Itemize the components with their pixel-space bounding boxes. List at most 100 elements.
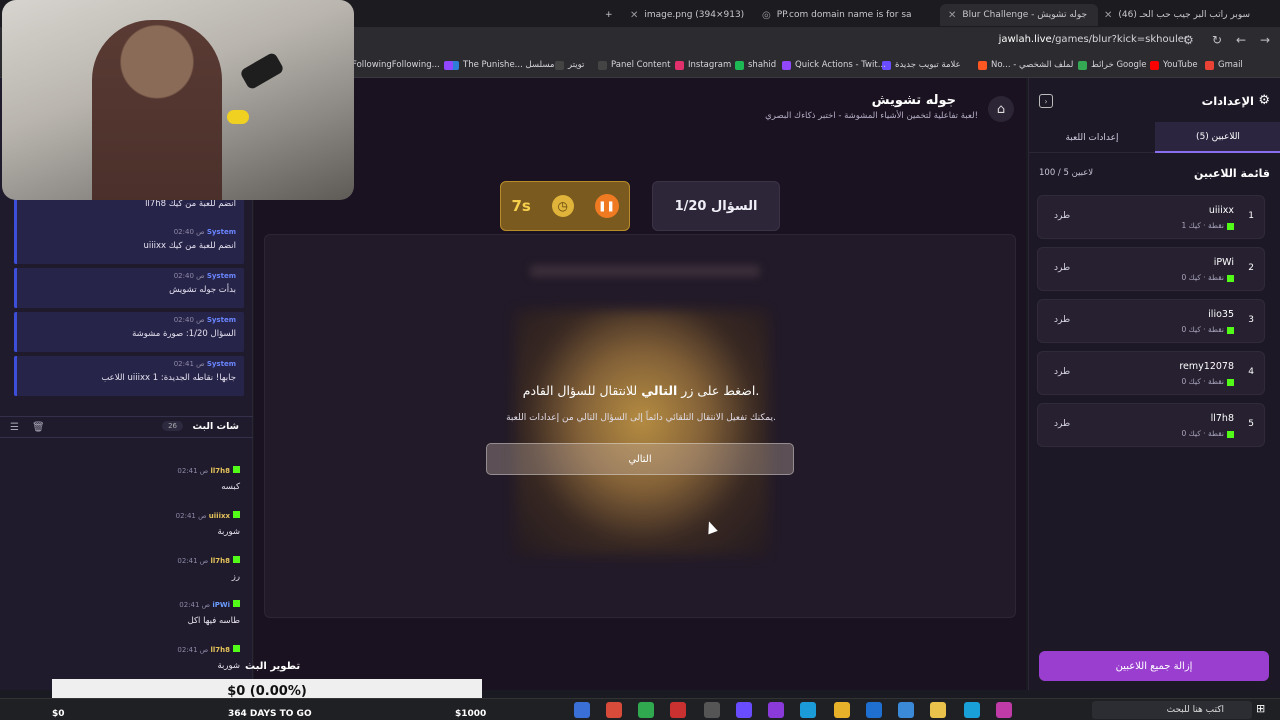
bookmark[interactable]: علامة تبويب جديدة <box>882 60 961 70</box>
back-icon[interactable]: ← <box>1236 33 1246 47</box>
browser-tab[interactable]: ✕ (46) سوبر راتب البر جيب حب الحـ <box>1104 4 1254 26</box>
timer-value: 7s <box>511 197 531 215</box>
store-icon[interactable] <box>898 702 914 718</box>
collapse-panel-icon[interactable]: › <box>1039 94 1053 108</box>
tab-title: image.png (394×913) <box>644 10 745 20</box>
app-icon[interactable] <box>800 702 816 718</box>
bookmark[interactable]: تويتر <box>555 60 584 70</box>
chat-username[interactable]: ll7h8 <box>210 557 230 565</box>
app-icon[interactable] <box>574 702 590 718</box>
close-icon[interactable]: ✕ <box>1104 10 1112 21</box>
kick-icon <box>233 511 240 518</box>
bookmark[interactable]: خرائط Google <box>1078 60 1146 70</box>
reload-icon[interactable]: ↻ <box>1212 33 1222 47</box>
bookmark-label: Gmail <box>1218 60 1243 70</box>
message-time: 02:40 ص <box>173 316 205 324</box>
kick-icon <box>1227 378 1234 386</box>
kick-player-button[interactable]: طرد <box>1054 211 1070 221</box>
app-icon[interactable] <box>638 702 654 718</box>
bookmark-label: تويتر <box>568 60 585 70</box>
player-row: 4 remy12078 0 نقطة · كيك طرد <box>1037 351 1265 395</box>
kick-icon <box>1227 274 1234 282</box>
trash-icon[interactable]: 🗑 <box>32 422 45 433</box>
bookmark[interactable]: Panel Content <box>598 60 670 70</box>
bookmark[interactable]: YouTube <box>1150 60 1198 70</box>
player-platform: كيك <box>1188 429 1201 438</box>
bookmark[interactable]: Quick Actions - Twit... <box>782 60 886 70</box>
x-icon <box>555 60 564 70</box>
system-label: System <box>206 272 236 280</box>
app-icon[interactable] <box>736 702 752 718</box>
goal-start: $0 <box>52 709 65 719</box>
stream-chat-title: شات البث <box>192 421 239 432</box>
system-message: 02:41 ص System اللاعب uiiixx جابها! نقاط… <box>14 356 244 396</box>
chat-username[interactable]: uiiixx <box>209 512 230 520</box>
bookmark[interactable]: Instagram <box>675 60 731 70</box>
message-time: 02:40 ص <box>173 272 205 280</box>
kick-player-button[interactable]: طرد <box>1054 315 1070 325</box>
browser-tab-active[interactable]: ✕ Blur Challenge - جوله تشويش <box>940 4 1098 26</box>
player-rank: 2 <box>1248 263 1254 273</box>
forward-icon[interactable]: → <box>1260 33 1270 47</box>
bookmark[interactable]: FollowingFollowing... <box>352 60 453 70</box>
bookmark[interactable]: The Punishe... مسلسل <box>450 60 554 70</box>
app-icon[interactable] <box>606 702 622 718</box>
app-icon[interactable] <box>704 702 720 718</box>
player-rank: 4 <box>1248 367 1254 377</box>
browser-tab[interactable]: ✕ image.png (394×913) <box>630 4 760 26</box>
home-icon[interactable]: ⌂ <box>988 96 1014 122</box>
bookmark-label: Panel Content <box>611 60 671 70</box>
remove-all-players-button[interactable]: إزالة جميع اللاعبين <box>1039 651 1269 681</box>
bookmark-label: Instagram <box>688 60 732 70</box>
gear-icon: ⚙ <box>1258 93 1270 108</box>
bookmark-label: YouTube <box>1163 60 1198 70</box>
game-card: اضغط على زر التالي للانتقال للسؤال القاد… <box>264 234 1016 618</box>
chat-username[interactable]: ll7h8 <box>210 646 230 654</box>
new-tab-button[interactable]: + <box>605 4 613 26</box>
bookmark-label: The Punishe... مسلسل <box>463 60 555 70</box>
folder-icon[interactable] <box>930 702 946 718</box>
player-platform: كيك <box>1188 221 1201 230</box>
app-icon[interactable] <box>996 702 1012 718</box>
message-time: 02:41 ص <box>173 360 205 368</box>
chat-message-text: شوربة <box>217 661 240 671</box>
chat-message-text: شوربة <box>217 527 240 537</box>
site-settings-icon[interactable]: ⚙ <box>1183 33 1194 47</box>
taskbar-search[interactable]: اكتب هنا للبحث <box>1092 701 1252 719</box>
windows-start-icon[interactable]: ⊞ <box>1256 702 1272 718</box>
player-row: 5 ll7h8 0 نقطة · كيك طرد <box>1037 403 1265 447</box>
tab-title: (46) سوبر راتب البر جيب حب الحـ <box>1118 10 1251 20</box>
player-points: 0 نقطة <box>1181 377 1224 386</box>
edge-icon[interactable] <box>964 702 980 718</box>
message-time: 02:41 ص <box>177 557 209 565</box>
bookmark[interactable]: No... - لملف الشخصي <box>978 60 1073 70</box>
kick-player-button[interactable]: طرد <box>1054 367 1070 377</box>
kick-player-button[interactable]: طرد <box>1054 263 1070 273</box>
pause-button[interactable]: ❚❚ <box>594 194 619 218</box>
close-icon[interactable]: ✕ <box>948 10 956 21</box>
prompt-bold: التالي <box>641 383 678 398</box>
close-icon[interactable]: ✕ <box>630 10 638 21</box>
tab-game-settings[interactable]: إعدادات اللعبة <box>1029 122 1155 153</box>
app-icon[interactable] <box>768 702 784 718</box>
app-icon[interactable] <box>670 702 686 718</box>
system-message: 02:40 ص System السؤال 1/20: صورة مشوشة <box>14 312 244 352</box>
outlook-icon[interactable] <box>866 702 882 718</box>
player-row: 3 ilio35 0 نقطة · كيك طرد <box>1037 299 1265 343</box>
chat-username[interactable]: ll7h8 <box>210 467 230 475</box>
player-points: 0 نقطة <box>1181 273 1224 282</box>
url-text[interactable]: jawlah.live/games/blur?kick=skhouler <box>999 34 1188 45</box>
tab-players[interactable]: اللاعبين (5) <box>1155 122 1280 153</box>
clock-icon: ◷ <box>551 195 574 217</box>
browser-tab[interactable]: ◎ PP.com domain name is for sale <box>762 4 912 26</box>
menu-icon[interactable]: ☰ <box>10 422 19 433</box>
chrome-icon[interactable] <box>834 702 850 718</box>
tab-title: PP.com domain name is for sale <box>776 10 912 20</box>
next-button[interactable]: التالي <box>486 443 794 475</box>
kick-player-button[interactable]: طرد <box>1054 419 1070 429</box>
message-time: 02:41 ص <box>177 467 209 475</box>
bookmark[interactable]: shahid <box>735 60 776 70</box>
chat-username[interactable]: iPWi <box>212 601 230 609</box>
bookmark[interactable]: Gmail <box>1205 60 1243 70</box>
x-icon <box>598 60 607 70</box>
